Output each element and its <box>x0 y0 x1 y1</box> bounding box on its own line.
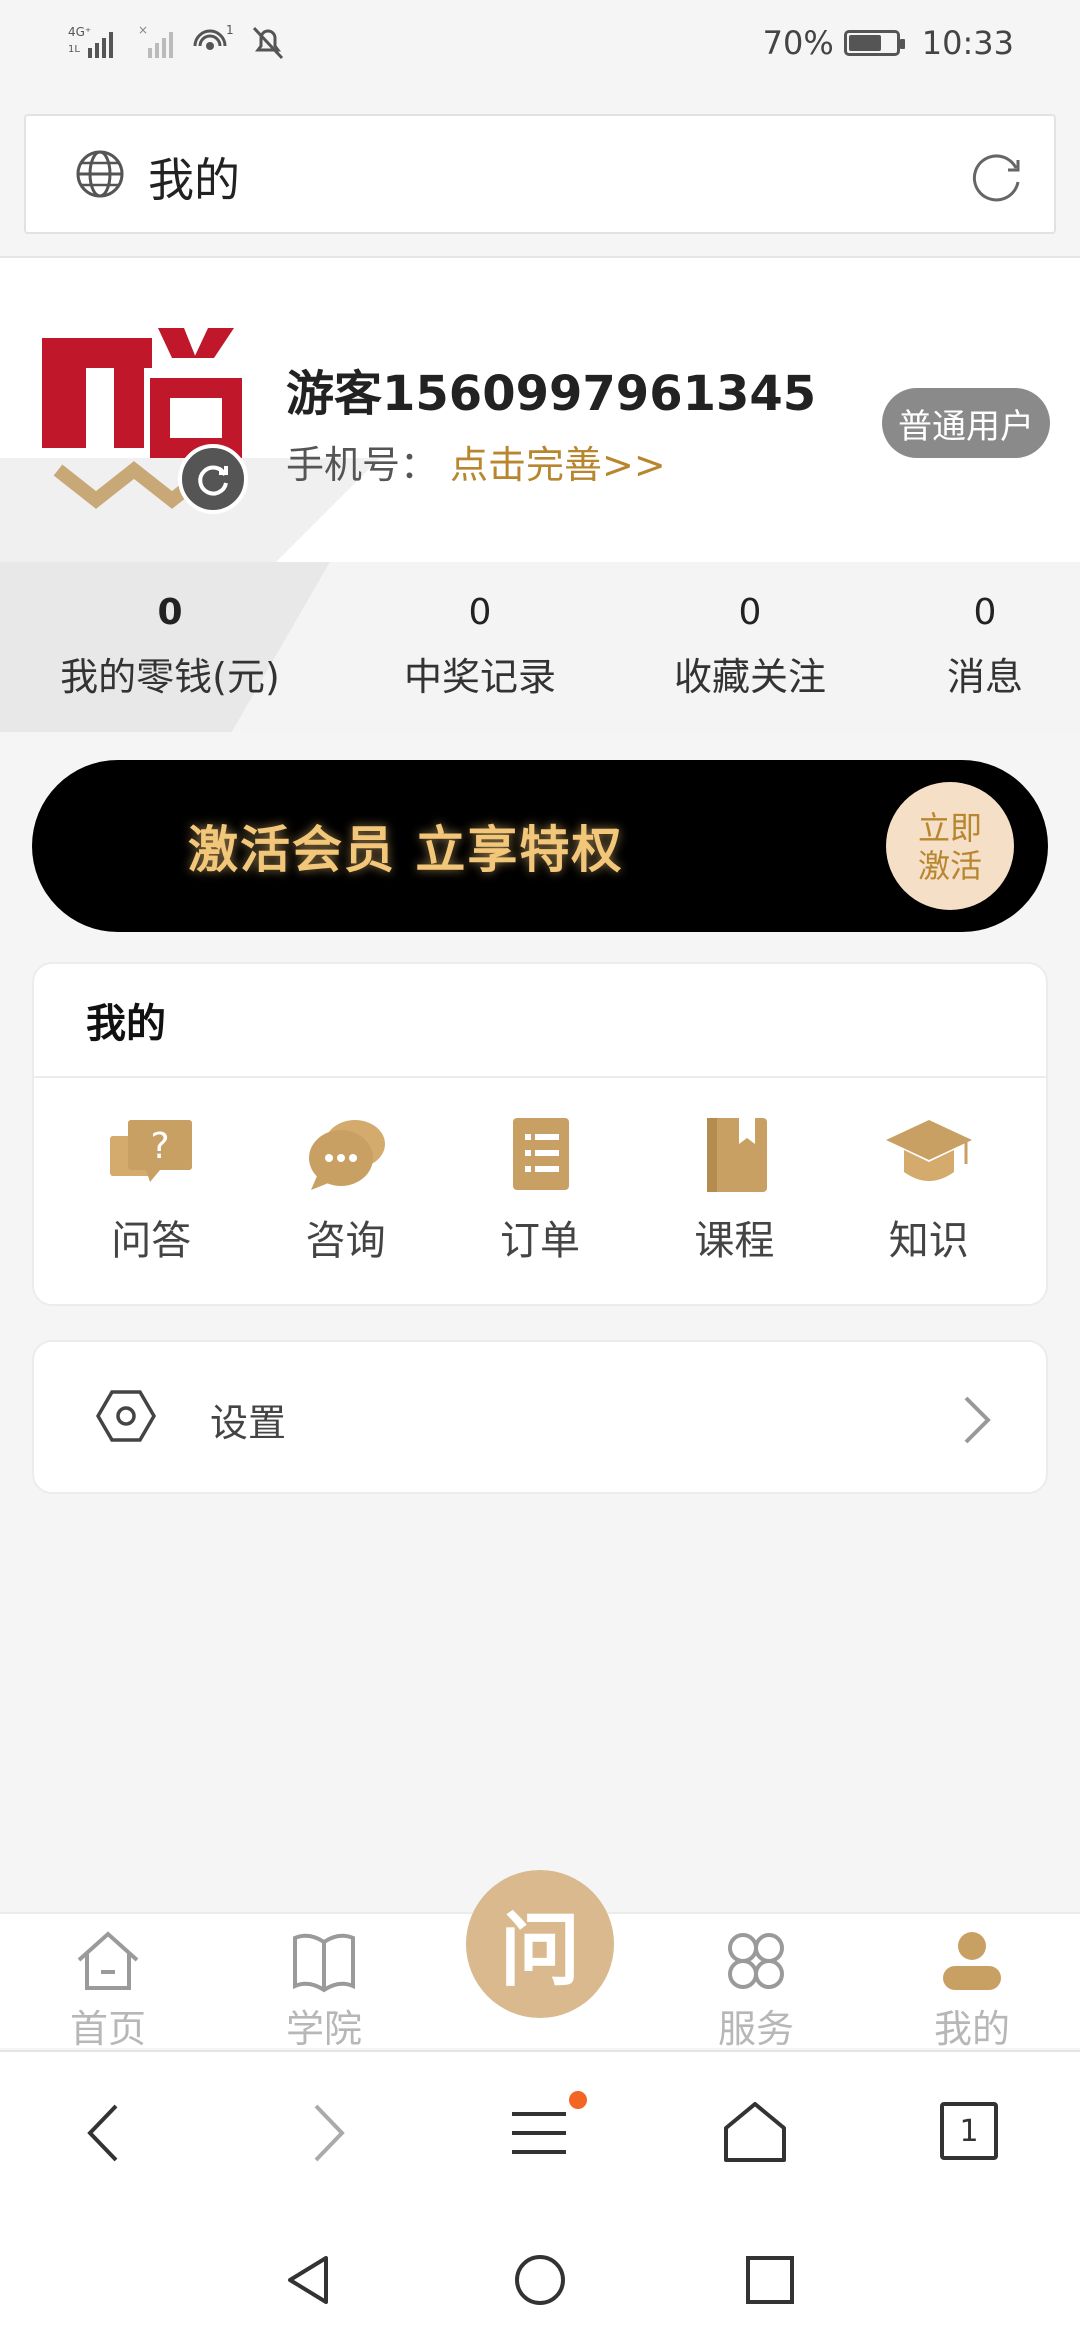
mute-bell-icon <box>252 26 284 60</box>
grid-item-label: 咨询 <box>305 1218 386 1264</box>
book-icon <box>293 1933 355 1993</box>
tab-label: 首页 <box>69 2007 146 2051</box>
svg-text:1L: 1L <box>68 44 80 55</box>
username: 游客1560997961345 <box>286 366 817 422</box>
activate-button[interactable]: 立即 激活 <box>886 782 1014 910</box>
signal-empty-icon: × <box>138 23 173 58</box>
stat-label: 消息 <box>946 655 1023 699</box>
tab-home[interactable]: 首页 <box>38 1928 178 2053</box>
status-bar: 4G⁺ 1L × 1 70% 10:33 <box>0 0 1080 90</box>
banner-text: 激活会员 立享特权 <box>188 821 624 879</box>
stat-favorites[interactable]: 0 收藏关注 <box>640 592 860 701</box>
tab-services[interactable]: 服务 <box>686 1928 826 2053</box>
grid-item-label: 课程 <box>694 1218 775 1264</box>
battery-icon <box>843 30 905 56</box>
settings-row[interactable]: 设置 <box>32 1340 1048 1494</box>
settings-label: 设置 <box>210 1401 287 1445</box>
browser-address-bar[interactable]: 我的 <box>24 114 1056 234</box>
stat-value: 0 <box>738 592 762 633</box>
change-avatar-button[interactable] <box>178 444 248 514</box>
services-icon <box>728 1933 784 1989</box>
my-card-title: 我的 <box>34 964 1046 1078</box>
knowledge-icon <box>885 1120 972 1181</box>
refresh-icon <box>198 465 228 496</box>
back-icon[interactable] <box>72 2098 142 2168</box>
stat-messages[interactable]: 0 消息 <box>920 592 1050 701</box>
chevron-right-icon <box>964 1396 991 1444</box>
qa-icon: ? <box>110 1120 193 1182</box>
system-home-icon[interactable] <box>512 2252 568 2308</box>
browser-nav-bar <box>0 2050 1080 2210</box>
stat-prize-records[interactable]: 0 中奖记录 <box>370 592 590 701</box>
status-right: 70% 10:33 <box>763 24 1014 62</box>
tab-label: 学院 <box>285 2007 362 2051</box>
forward-icon[interactable] <box>290 2098 360 2168</box>
stat-label: 我的零钱(元) <box>60 655 280 699</box>
menu-icon[interactable] <box>504 2098 574 2168</box>
activate-line-2: 激活 <box>917 847 982 885</box>
globe-icon <box>76 150 124 198</box>
home-icon <box>77 1931 139 1990</box>
user-level-badge: 普通用户 <box>882 388 1050 458</box>
member-banner[interactable]: 激活会员 立享特权 立即 激活 <box>32 760 1048 932</box>
tab-label: 我的 <box>933 2007 1010 2051</box>
system-nav-bar <box>0 2210 1080 2340</box>
reload-icon[interactable] <box>968 146 1028 206</box>
user-icon <box>943 1932 1001 1990</box>
settings-icon <box>96 1390 156 1442</box>
my-card: 我的 ? 问答 咨询 订单 课程 知识 <box>32 962 1048 1306</box>
tabs-count-button[interactable]: 1 <box>940 2102 998 2160</box>
page-title: 我的 <box>148 153 240 207</box>
phone-row: 手机号： 点击完善>> <box>286 434 666 489</box>
grid-item-label: 订单 <box>499 1218 580 1264</box>
activate-line-1: 立即 <box>917 809 982 847</box>
consult-icon <box>308 1120 385 1190</box>
tab-academy[interactable]: 学院 <box>254 1928 394 2053</box>
grid-item-knowledge[interactable]: 知识 <box>854 1114 1004 1266</box>
grid-item-label: 知识 <box>888 1218 969 1264</box>
svg-text:?: ? <box>151 1126 170 1167</box>
grid-item-course[interactable]: 课程 <box>659 1114 809 1266</box>
menu-notification-dot <box>566 2088 590 2112</box>
order-icon <box>512 1118 569 1190</box>
stats-row: 0 我的零钱(元) 0 中奖记录 0 收藏关注 0 消息 <box>0 562 1080 732</box>
svg-text:1: 1 <box>226 23 234 37</box>
stat-value: 0 <box>973 592 997 633</box>
tab-label: 服务 <box>717 2007 794 2051</box>
browser-home-icon[interactable] <box>720 2098 790 2168</box>
svg-text:×: × <box>138 23 148 37</box>
my-card-grid: ? 问答 咨询 订单 课程 知识 <box>34 1078 1046 1266</box>
grid-item-order[interactable]: 订单 <box>465 1114 615 1266</box>
complete-phone-link[interactable]: 点击完善>> <box>450 434 666 489</box>
course-icon <box>707 1118 768 1192</box>
tab-mine[interactable]: 我的 <box>902 1928 1042 2053</box>
stat-label: 中奖记录 <box>403 655 556 699</box>
system-recents-icon[interactable] <box>742 2252 798 2308</box>
system-back-icon[interactable] <box>282 2252 338 2308</box>
svg-text:4G⁺: 4G⁺ <box>68 25 91 39</box>
center-ask-button[interactable]: 问 <box>466 1870 614 2018</box>
phone-label: 手机号： <box>286 443 439 487</box>
stat-wallet[interactable]: 0 我的零钱(元) <box>40 592 300 701</box>
hotspot-icon: 1 <box>193 23 234 50</box>
grid-item-qa[interactable]: ? 问答 <box>76 1114 226 1266</box>
status-left: 4G⁺ 1L × 1 <box>68 22 286 62</box>
battery-percent: 70% <box>762 24 834 62</box>
stat-label: 收藏关注 <box>673 655 826 699</box>
clock: 10:33 <box>921 24 1014 62</box>
grid-item-label: 问答 <box>111 1218 192 1264</box>
signal-icon: 4G⁺ 1L <box>68 25 113 58</box>
profile-section: 游客1560997961345 手机号： 点击完善>> 普通用户 <box>0 258 1080 562</box>
stat-value: 0 <box>157 592 183 633</box>
stat-value: 0 <box>468 592 492 633</box>
grid-item-consult[interactable]: 咨询 <box>271 1114 421 1266</box>
